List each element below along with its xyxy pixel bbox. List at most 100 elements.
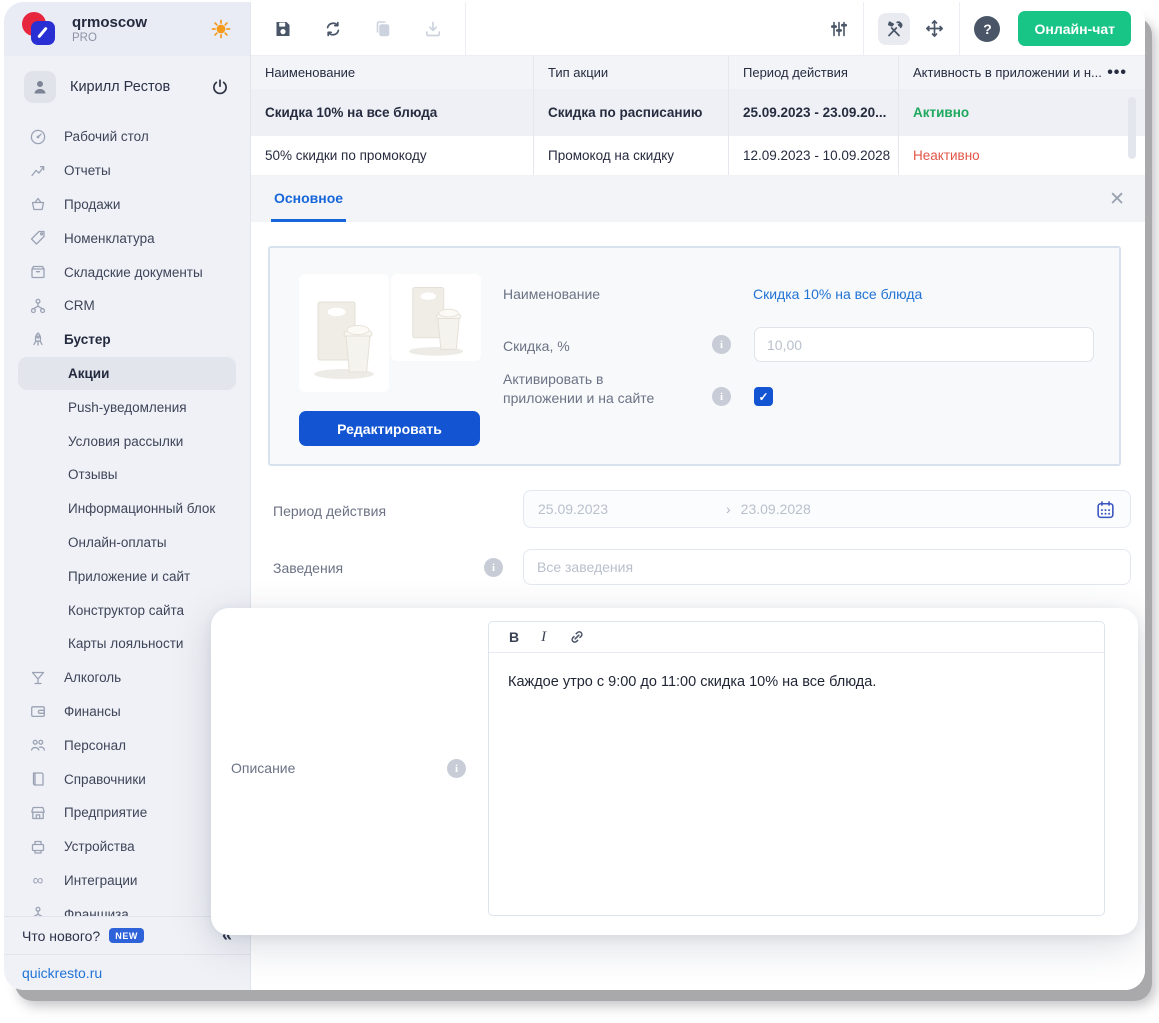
sidebar-item-workspace[interactable]: Рабочий стол bbox=[4, 120, 250, 154]
tools-icon[interactable] bbox=[878, 12, 911, 45]
sidebar-item-label: Устройства bbox=[64, 839, 135, 855]
period-label: Период действия bbox=[273, 503, 387, 519]
book-icon bbox=[28, 770, 48, 788]
tab-main[interactable]: Основное bbox=[271, 176, 347, 222]
chart-icon bbox=[28, 162, 48, 180]
sidebar-item-label: Интеграции bbox=[64, 872, 138, 888]
theme-toggle-icon[interactable] bbox=[210, 18, 232, 40]
copy-icon[interactable] bbox=[373, 19, 393, 39]
venues-input[interactable] bbox=[523, 549, 1131, 585]
sidebar-item-label: Отзывы bbox=[68, 467, 118, 483]
app-window: qrmoscow PRO Кирилл Рестов Рабочий стол bbox=[4, 2, 1145, 990]
link-icon[interactable] bbox=[568, 628, 586, 646]
sidebar-item-label: Справочники bbox=[64, 771, 146, 787]
sidebar-item-booster[interactable]: Бустер bbox=[4, 323, 250, 357]
sidebar-item-label: Персонал bbox=[64, 737, 126, 753]
refresh-icon[interactable] bbox=[323, 19, 343, 39]
logout-icon[interactable] bbox=[210, 77, 230, 97]
info-icon[interactable]: i bbox=[484, 558, 503, 577]
sidebar-item-nomenclature[interactable]: Номенклатура bbox=[4, 221, 250, 255]
toolbar-divider bbox=[465, 2, 466, 56]
brand-name: qrmoscow bbox=[72, 13, 148, 31]
dashboard-icon bbox=[28, 128, 48, 146]
sidebar-item-reports[interactable]: Отчеты bbox=[4, 154, 250, 188]
editor-toolbar: B I bbox=[489, 622, 1104, 653]
sidebar-item-label: Предприятие bbox=[64, 805, 148, 821]
rocket-icon bbox=[28, 331, 48, 349]
promo-photo-1[interactable] bbox=[299, 274, 389, 392]
avatar bbox=[24, 71, 56, 103]
hierarchy-icon bbox=[28, 297, 48, 315]
info-icon[interactable]: i bbox=[447, 759, 466, 778]
main-area: ? Онлайн-чат Наименование Тип акции Пери… bbox=[211, 2, 1145, 990]
sidebar-item-app-and-site[interactable]: Приложение и сайт bbox=[4, 559, 250, 593]
sidebar-item-label: Бустер bbox=[64, 332, 111, 348]
table-row[interactable]: 50% скидки по промокоду Промокод на скид… bbox=[251, 136, 1145, 176]
sidebar-item-mailing-conditions[interactable]: Условия рассылки bbox=[4, 424, 250, 458]
user-row[interactable]: Кирилл Рестов bbox=[4, 64, 250, 110]
help-icon[interactable]: ? bbox=[974, 15, 1001, 42]
period-to-value: 23.09.2028 bbox=[740, 501, 811, 517]
description-editor[interactable]: B I Каждое утро с 9:00 до 11:00 скидка 1… bbox=[488, 621, 1105, 916]
sidebar-item-label: Конструктор сайта bbox=[68, 602, 185, 618]
period-range-input[interactable]: 25.09.2023 › 23.09.2028 bbox=[523, 490, 1131, 528]
description-panel: Описание i B I Каждое утро с 9:00 до 11:… bbox=[211, 608, 1138, 935]
date-range-separator-icon: › bbox=[726, 501, 731, 517]
description-text[interactable]: Каждое утро с 9:00 до 11:00 скидка 10% н… bbox=[489, 653, 1104, 711]
sidebar-item-reviews[interactable]: Отзывы bbox=[4, 458, 250, 492]
sidebar-item-sales[interactable]: Продажи bbox=[4, 188, 250, 222]
info-icon[interactable]: i bbox=[712, 387, 731, 406]
toolbar-divider bbox=[959, 2, 961, 56]
columns-settings-icon[interactable] bbox=[829, 19, 849, 39]
quickresto-site-link[interactable]: quickresto.ru bbox=[22, 965, 102, 981]
edit-button[interactable]: Редактировать bbox=[299, 411, 480, 446]
sidebar-item-crm[interactable]: CRM bbox=[4, 289, 250, 323]
top-toolbar: ? Онлайн-чат bbox=[251, 2, 1145, 56]
column-header-name[interactable]: Наименование bbox=[251, 56, 533, 89]
whats-new-link[interactable]: Что нового? bbox=[22, 928, 100, 944]
sidebar-item-label: Алкоголь bbox=[64, 670, 122, 686]
detail-tabbar: Основное ✕ bbox=[251, 176, 1145, 222]
sidebar-item-online-payments[interactable]: Онлайн-оплаты bbox=[4, 526, 250, 560]
info-icon[interactable]: i bbox=[712, 335, 731, 354]
toolbar-divider bbox=[863, 2, 865, 56]
move-icon[interactable] bbox=[924, 18, 945, 39]
bold-icon[interactable]: B bbox=[509, 629, 519, 645]
cell-period: 25.09.2023 - 23.09.20... bbox=[728, 89, 898, 136]
sidebar-item-label: Онлайн-оплаты bbox=[68, 534, 167, 550]
status-badge: Неактивно bbox=[898, 136, 1145, 175]
column-header-period[interactable]: Период действия bbox=[728, 56, 898, 89]
sidebar-item-warehouse[interactable]: Складские документы bbox=[4, 255, 250, 289]
column-menu-icon[interactable]: ••• bbox=[1107, 64, 1145, 82]
online-chat-button[interactable]: Онлайн-чат bbox=[1018, 11, 1131, 46]
promo-name-link[interactable]: Скидка 10% на все блюда bbox=[753, 286, 922, 302]
table-header: Наименование Тип акции Период действия А… bbox=[251, 56, 1145, 89]
cell-name: 50% скидки по промокоду bbox=[265, 148, 427, 163]
sidebar-item-label: Карты лояльности bbox=[68, 636, 184, 652]
box-icon bbox=[28, 263, 48, 281]
sidebar-item-info-block[interactable]: Информационный блок bbox=[4, 492, 250, 526]
download-icon[interactable] bbox=[423, 19, 443, 39]
calendar-icon[interactable] bbox=[1095, 499, 1116, 520]
sidebar-item-label: Приложение и сайт bbox=[68, 568, 191, 584]
promo-summary-card: Редактировать Наименование Скидка 10% на… bbox=[268, 246, 1121, 466]
sidebar-item-promotions[interactable]: Акции bbox=[18, 356, 236, 391]
activate-checkbox[interactable]: ✓ bbox=[754, 387, 773, 406]
column-header-activity[interactable]: Активность в приложении и н... ••• bbox=[898, 56, 1145, 89]
promo-photo-2[interactable] bbox=[391, 274, 481, 361]
cell-name: Скидка 10% на все блюда bbox=[265, 105, 438, 120]
sidebar-item-label: Акции bbox=[68, 365, 110, 381]
sidebar-header: qrmoscow PRO bbox=[4, 2, 250, 56]
franchise-hierarchy-icon bbox=[28, 905, 48, 916]
discount-input[interactable] bbox=[754, 327, 1094, 362]
italic-icon[interactable]: I bbox=[541, 629, 546, 646]
sidebar-item-label: Отчеты bbox=[64, 163, 111, 179]
close-icon[interactable]: ✕ bbox=[1109, 188, 1125, 211]
save-icon[interactable] bbox=[273, 19, 293, 39]
venues-label: Заведения bbox=[273, 560, 344, 576]
column-header-type[interactable]: Тип акции bbox=[533, 56, 728, 89]
sidebar-item-label: Условия рассылки bbox=[68, 433, 184, 449]
table-scrollbar[interactable] bbox=[1128, 97, 1136, 159]
sidebar-item-push-notifications[interactable]: Push-уведомления bbox=[4, 390, 250, 424]
table-row-selected[interactable]: Скидка 10% на все блюда Скидка по распис… bbox=[251, 89, 1145, 136]
